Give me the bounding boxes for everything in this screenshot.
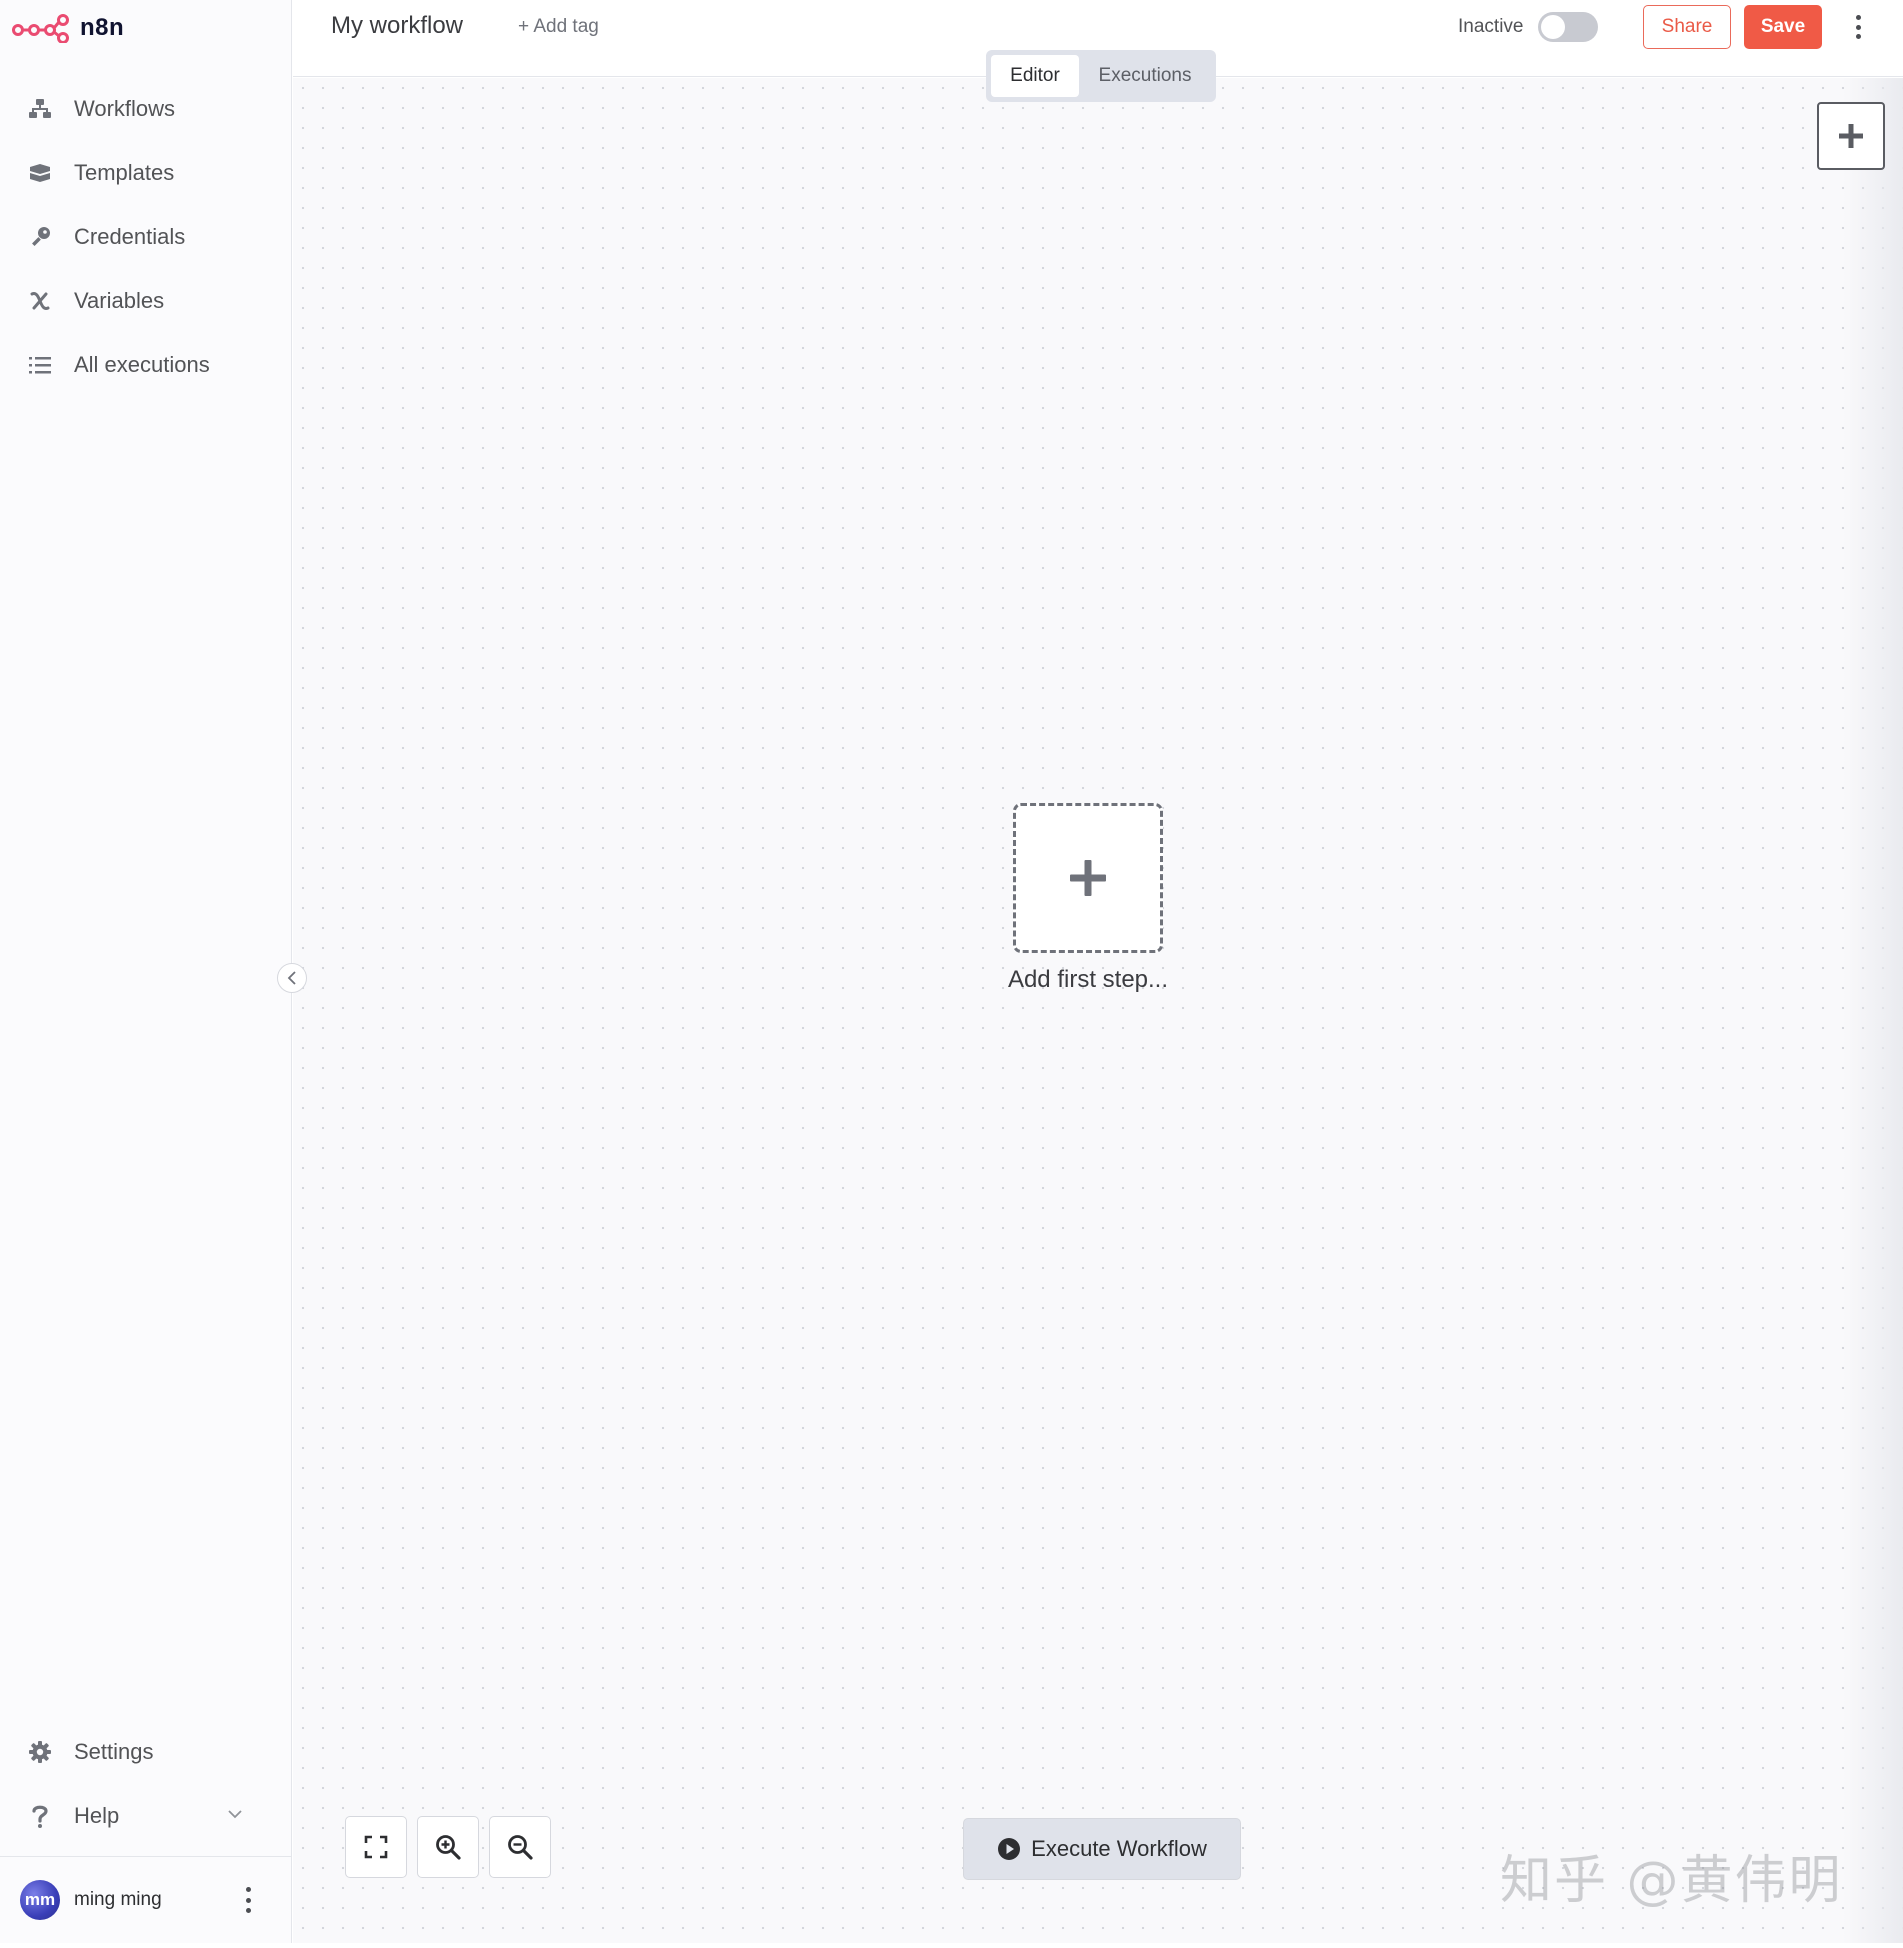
tab-executions[interactable]: Executions [1079,55,1211,97]
key-icon [28,225,52,249]
sidebar-item-label: Templates [74,160,175,185]
sidebar-item-label: Variables [74,288,165,313]
zoom-to-fit-button[interactable] [345,1816,407,1878]
view-tabs: Editor Executions [986,50,1216,102]
user-bar: mm ming ming [0,1856,292,1943]
tab-editor[interactable]: Editor [991,55,1079,97]
plus-icon [1070,860,1106,896]
n8n-logo-icon [12,14,69,43]
sidebar-item-workflows[interactable]: Workflows [0,77,292,141]
sidebar-item-templates[interactable]: Templates [0,141,292,205]
canvas-edge-shade [1843,78,1903,1943]
list-icon [28,353,52,377]
avatar[interactable]: mm [20,1880,60,1920]
sidebar-item-label: Workflows [74,96,176,121]
collapse-sidebar-button[interactable] [277,963,307,993]
add-tag-button[interactable]: + Add tag [518,16,599,38]
workflow-canvas[interactable]: Add first step... Execute Workflow [293,78,1903,1943]
sidebar-item-credentials[interactable]: Credentials [0,205,292,269]
sidebar-item-variables[interactable]: Variables [0,269,292,333]
fit-view-icon [364,1835,388,1859]
active-toggle[interactable] [1538,12,1598,42]
execute-workflow-label: Execute Workflow [1031,1836,1207,1861]
chevron-left-icon [287,971,296,985]
zoom-in-button[interactable] [417,1816,479,1878]
active-status-label: Inactive [1458,16,1524,37]
brand-name: n8n [80,14,125,41]
gear-icon [28,1740,52,1764]
toggle-knob [1541,15,1565,39]
zoom-out-icon [508,1835,533,1860]
open-nodes-panel-button[interactable] [1817,102,1885,170]
sidebar-item-label: All executions [74,352,210,377]
share-button[interactable]: Share [1643,5,1731,49]
sidebar-item-label: Settings [74,1739,154,1764]
zoom-controls [345,1816,551,1878]
chevron-down-icon [228,1806,242,1824]
question-icon [28,1804,52,1828]
play-circle-icon [998,1838,1021,1860]
user-name: ming ming [74,1889,162,1910]
plus-icon [1839,124,1863,148]
variables-icon [28,289,52,313]
zoom-out-button[interactable] [489,1816,551,1878]
watermark-text: 知乎 @黄伟明 [1500,1851,1843,1911]
workflow-menu-icon[interactable] [1854,15,1862,39]
workflow-name[interactable]: My workflow [331,12,463,40]
sidebar-bottom-nav: Settings Help [0,1720,292,1848]
brand[interactable]: n8n [12,10,124,46]
sidebar-nav: Workflows Templates Credentials Variable… [0,77,292,397]
sidebar-item-help[interactable]: Help [0,1784,292,1848]
sidebar-item-all-executions[interactable]: All executions [0,333,292,397]
sidebar-item-label: Credentials [74,224,186,249]
sidebar-item-label: Help [74,1803,120,1828]
add-first-step-label: Add first step... [1007,966,1169,993]
save-button[interactable]: Save [1744,5,1822,49]
zoom-in-icon [436,1835,461,1860]
sidebar: n8n Workflows Templates Credentials Vari… [0,0,292,1943]
user-menu-icon[interactable] [244,1887,252,1913]
workflows-icon [28,97,52,121]
add-first-step-button[interactable] [1013,803,1163,953]
sidebar-item-settings[interactable]: Settings [0,1720,292,1784]
execute-workflow-button[interactable]: Execute Workflow [963,1818,1241,1880]
templates-icon [28,161,52,185]
